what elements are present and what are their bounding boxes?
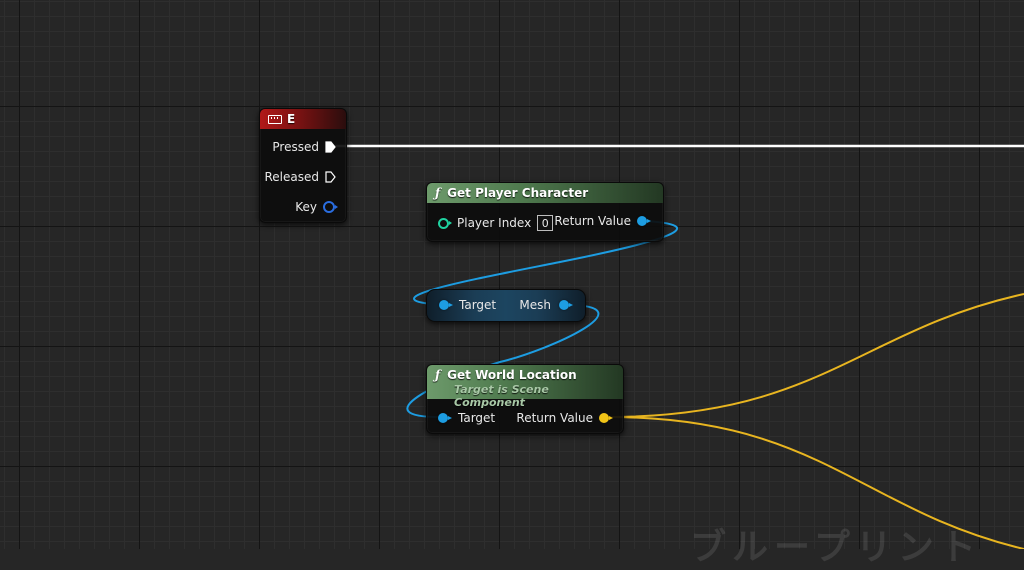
player-index-input[interactable]: 0	[537, 215, 554, 231]
character-return-row: Return Value	[554, 212, 651, 230]
player-index-pin-icon[interactable]	[438, 217, 452, 229]
watermark-text: ブループリント	[690, 527, 982, 568]
get-world-location-header[interactable]: ƒ Get World Location Target is Scene Com…	[427, 365, 623, 409]
character-return-pin-icon[interactable]	[637, 216, 651, 226]
pressed-row: Pressed	[272, 138, 336, 156]
get-world-location-node[interactable]: ƒ Get World Location Target is Scene Com…	[426, 364, 624, 434]
mesh-output-label: Mesh	[519, 298, 551, 312]
world-return-pin-icon[interactable]	[599, 413, 613, 423]
key-pin-icon[interactable]	[323, 201, 338, 213]
get-mesh-node[interactable]: Target Mesh	[426, 289, 586, 322]
released-row: Released	[264, 168, 336, 186]
key-event-node[interactable]: E Pressed Released Key	[259, 108, 347, 223]
blueprint-graph-canvas[interactable]	[0, 0, 1024, 549]
world-return-label: Return Value	[516, 411, 593, 425]
mesh-target-label: Target	[459, 298, 497, 312]
world-target-label: Target	[458, 411, 496, 425]
player-index-row: Player Index 0	[438, 214, 554, 232]
function-icon: ƒ	[435, 368, 441, 382]
key-label: Key	[295, 200, 317, 214]
get-player-character-header[interactable]: ƒ Get Player Character	[427, 183, 663, 203]
mesh-output-pin-icon[interactable]	[559, 300, 573, 310]
released-label: Released	[264, 170, 319, 184]
exec-pin-pressed-icon[interactable]	[325, 141, 336, 153]
world-target-row: Target	[438, 409, 495, 427]
mesh-output-row: Mesh	[519, 296, 573, 314]
get-player-character-node[interactable]: ƒ Get Player Character Player Index 0 Re…	[426, 182, 664, 242]
world-return-row: Return Value	[516, 409, 613, 427]
get-world-location-subtitle: Target is Scene Component	[454, 383, 549, 409]
mesh-target-pin-icon[interactable]	[439, 300, 453, 310]
get-player-character-title: Get Player Character	[447, 186, 589, 200]
get-world-location-title: Get World Location	[447, 368, 577, 382]
keyboard-icon	[268, 114, 282, 124]
pressed-label: Pressed	[272, 140, 319, 154]
key-event-title: E	[287, 112, 296, 126]
character-return-label: Return Value	[554, 214, 631, 228]
mesh-target-row: Target	[439, 296, 496, 314]
key-row: Key	[295, 198, 338, 216]
key-event-header[interactable]: E	[260, 109, 346, 129]
function-icon: ƒ	[435, 186, 441, 200]
world-target-pin-icon[interactable]	[438, 413, 452, 423]
player-index-label: Player Index	[457, 216, 532, 230]
exec-pin-released-icon[interactable]	[325, 171, 336, 183]
